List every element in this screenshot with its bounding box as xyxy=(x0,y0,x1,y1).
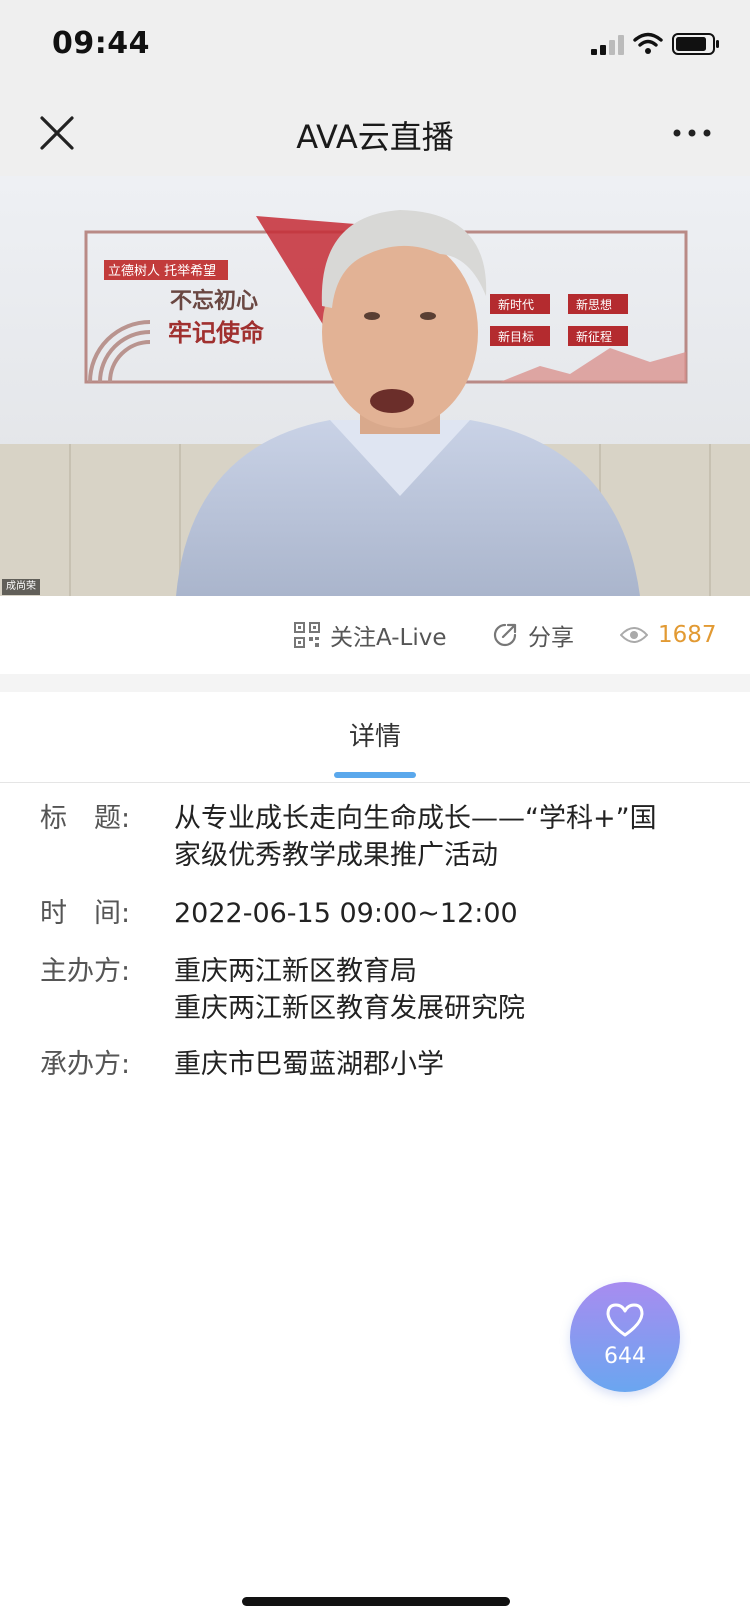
detail-value-line: 重庆市巴蜀蓝湖郡小学 xyxy=(174,1049,444,1080)
share-label: 分享 xyxy=(528,625,574,651)
status-time: 09:44 xyxy=(52,26,150,61)
battery-icon xyxy=(672,33,719,55)
detail-label: 承办方: xyxy=(40,1049,131,1080)
backdrop-tag-3: 新目标 xyxy=(498,329,534,344)
speaker-name-tag: 成尚荣 xyxy=(2,579,40,595)
tab-active-indicator xyxy=(334,772,416,778)
detail-value-line: 从专业成长走向生命成长——“学科+”国 xyxy=(174,803,657,834)
detail-value: 2022-06-15 09:00~12:00 xyxy=(174,895,714,932)
section-divider xyxy=(0,674,750,692)
like-count: 644 xyxy=(604,1344,646,1369)
more-icon[interactable] xyxy=(672,120,712,146)
follow-label: 关注A-Live xyxy=(330,625,447,651)
detail-label: 标 题: xyxy=(40,803,131,834)
follow-button[interactable]: 关注A-Live xyxy=(294,596,447,674)
view-counter: 1687 xyxy=(620,596,717,674)
detail-value-line: 重庆两江新区教育发展研究院 xyxy=(174,993,525,1024)
backdrop-slogan: 立德树人 托举希望 xyxy=(108,263,216,279)
detail-value-line: 重庆两江新区教育局 xyxy=(174,956,417,987)
detail-value-line: 2022-06-15 09:00~12:00 xyxy=(174,898,518,929)
detail-label: 主办方: xyxy=(40,956,131,987)
detail-value: 重庆两江新区教育局 重庆两江新区教育发展研究院 xyxy=(174,953,714,1027)
share-button[interactable]: 分享 xyxy=(492,596,574,674)
video-frame: 立德树人 托举希望 不忘初心 牢记使命 新时代 新思想 新目标 新征程 xyxy=(0,176,750,596)
home-indicator[interactable] xyxy=(242,1597,510,1606)
page-title: AVA云直播 xyxy=(296,118,454,156)
backdrop-motto-1: 不忘初心 xyxy=(170,288,258,314)
detail-label: 时 间: xyxy=(40,898,131,929)
eye-icon xyxy=(620,627,648,643)
backdrop-tag-2: 新思想 xyxy=(576,297,612,312)
qr-code-icon xyxy=(294,622,320,648)
action-bar: 关注A-Live 分享 1687 xyxy=(0,596,750,674)
tab-bar: 详情 xyxy=(0,692,750,783)
backdrop-motto-2: 牢记使命 xyxy=(168,319,265,347)
share-icon xyxy=(493,623,517,647)
signal-icon xyxy=(591,35,624,55)
video-player[interactable]: 立德树人 托举希望 不忘初心 牢记使命 新时代 新思想 新目标 新征程 成尚荣 xyxy=(0,176,750,596)
detail-value: 从专业成长走向生命成长——“学科+”国 家级优秀教学成果推广活动 xyxy=(174,800,714,874)
like-button[interactable]: 644 xyxy=(570,1282,680,1392)
wifi-icon xyxy=(633,32,663,54)
status-bar: 09:44 xyxy=(0,0,750,90)
heart-icon xyxy=(606,1303,644,1337)
nav-bar: AVA云直播 xyxy=(0,90,750,176)
detail-value: 重庆市巴蜀蓝湖郡小学 xyxy=(174,1046,714,1083)
backdrop-tag-4: 新征程 xyxy=(576,329,612,344)
backdrop-tag-1: 新时代 xyxy=(498,297,534,312)
tab-details[interactable]: 详情 xyxy=(325,716,425,753)
detail-value-line: 家级优秀教学成果推广活动 xyxy=(174,840,498,871)
view-count: 1687 xyxy=(658,622,717,648)
